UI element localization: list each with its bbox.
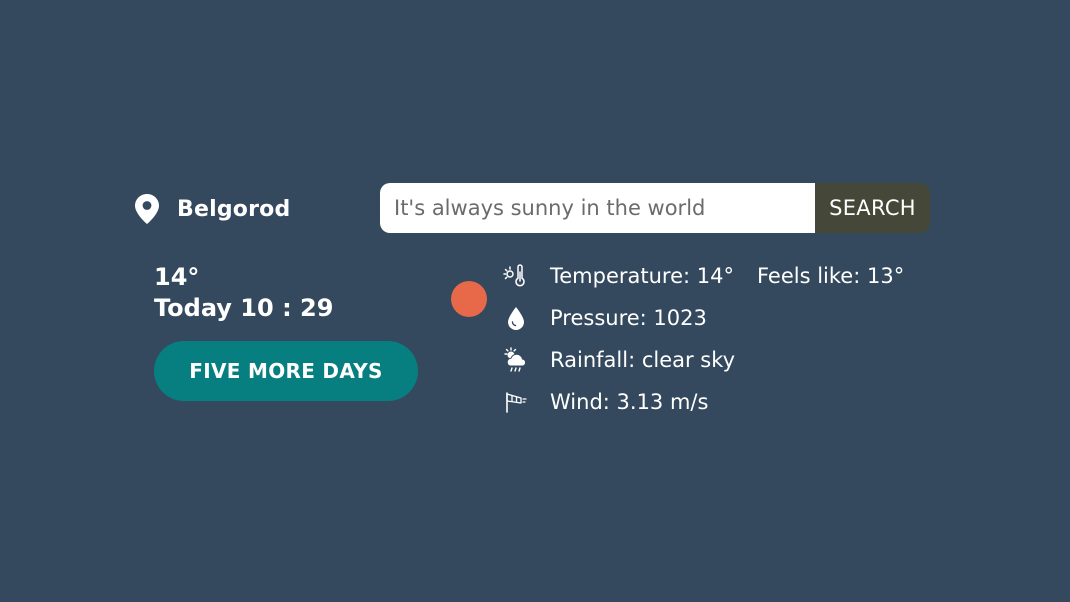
rainfall-value: Rainfall: clear sky — [550, 348, 736, 372]
five-more-days-button[interactable]: FIVE MORE DAYS — [154, 341, 418, 401]
weather-summary: 14° Today 10 : 29 — [154, 262, 333, 324]
search-input[interactable] — [380, 183, 815, 233]
current-temperature: 14° — [154, 263, 200, 291]
rainfall-row: Rainfall: clear sky — [503, 339, 904, 381]
wind-value: Wind: 3.13 m/s — [550, 390, 709, 414]
cloud-sun-rain-icon — [503, 347, 529, 373]
wind-row: Wind: 3.13 m/s — [503, 381, 904, 423]
location: Belgorod — [135, 193, 290, 225]
weather-details: Temperature: 14° Feels like: 13° Pressur… — [503, 255, 904, 423]
temperature-value: Temperature: 14° — [550, 264, 734, 288]
pressure-row: Pressure: 1023 — [503, 297, 904, 339]
windsock-icon — [503, 389, 529, 415]
search-bar: SEARCH — [380, 183, 930, 233]
search-button[interactable]: SEARCH — [815, 183, 930, 233]
sun-icon — [451, 281, 487, 317]
map-pin-icon — [135, 194, 159, 224]
current-datetime: Today 10 : 29 — [154, 294, 334, 322]
city-name: Belgorod — [177, 196, 291, 222]
water-drop-icon — [503, 305, 529, 331]
pressure-value: Pressure: 1023 — [550, 306, 707, 330]
feels-like-value: Feels like: 13° — [757, 264, 905, 288]
thermometer-sun-icon — [503, 263, 529, 289]
temperature-row: Temperature: 14° Feels like: 13° — [503, 255, 904, 297]
